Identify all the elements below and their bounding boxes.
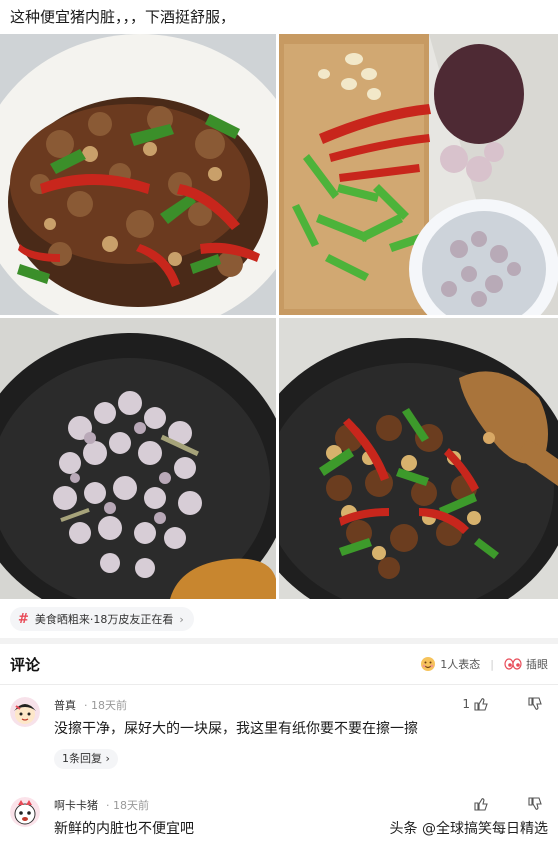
comment-time: · 18天前 [106, 799, 149, 812]
raw-ingredients-photo[interactable] [279, 34, 558, 315]
comment-text: 新鲜的内脏也不便宜吧 [54, 821, 194, 837]
thumbs-up-icon [474, 698, 488, 711]
stir-fried-dish-photo[interactable] [0, 34, 276, 315]
insert-eye-button[interactable]: 插眼 [504, 656, 548, 672]
reactions-label: 1人表态 [440, 658, 481, 671]
comments-title: 评论 [10, 655, 41, 674]
header-divider [0, 684, 558, 685]
emoji-face-icon [421, 657, 436, 671]
finished-stir-fry-in-wok-photo[interactable] [279, 318, 558, 599]
replies-button[interactable]: 1条回复 › [54, 749, 118, 769]
chevron-right-icon: › [179, 612, 184, 626]
topic-tag[interactable]: # 美食晒粗来·18万皮友正在看 › [10, 607, 194, 631]
insert-eye-label: 插眼 [526, 658, 548, 671]
comment-item: 普真 · 18天前 1 没擦干净，屎好大的一块屎，我这里有纸你要不要在擦一擦 1… [10, 697, 548, 777]
thumbs-down-icon[interactable] [528, 797, 542, 811]
eyes-icon [504, 658, 522, 670]
photo-grid [0, 34, 558, 599]
reactions-button[interactable]: 1人表态 [420, 656, 480, 672]
topic-label: 美食晒粗来·18万皮友正在看 [34, 613, 174, 626]
hash-icon: # [18, 611, 29, 627]
avatar-cartoon-icon [10, 797, 40, 827]
like-button[interactable] [474, 797, 488, 811]
comment-text: 没擦干净，屎好大的一块屎，我这里有纸你要不要在擦一擦 [54, 721, 418, 737]
thumbs-up-icon [474, 798, 488, 811]
comment-username[interactable]: 普真 [54, 697, 76, 713]
comment-username[interactable]: 啊卡卡猪 [54, 797, 98, 813]
avatar-cartoon-icon [10, 697, 40, 727]
like-button[interactable]: 1 [462, 697, 488, 711]
section-divider [0, 638, 558, 644]
like-count: 1 [462, 697, 470, 711]
thumbs-down-icon[interactable] [528, 697, 542, 711]
avatar[interactable] [10, 697, 40, 727]
comments-header: 评论 1人表态 | 插眼 [10, 654, 548, 674]
post-text: 这种便宜猪内脏，，，下酒挺舒服， [10, 8, 236, 26]
avatar[interactable] [10, 797, 40, 827]
watermark: 头条 @全球搞笑每日精选 [389, 821, 548, 837]
comment-time: · 18天前 [84, 699, 127, 712]
cooking-offal-in-wok-photo[interactable] [0, 318, 276, 599]
header-separator: | [490, 657, 494, 671]
